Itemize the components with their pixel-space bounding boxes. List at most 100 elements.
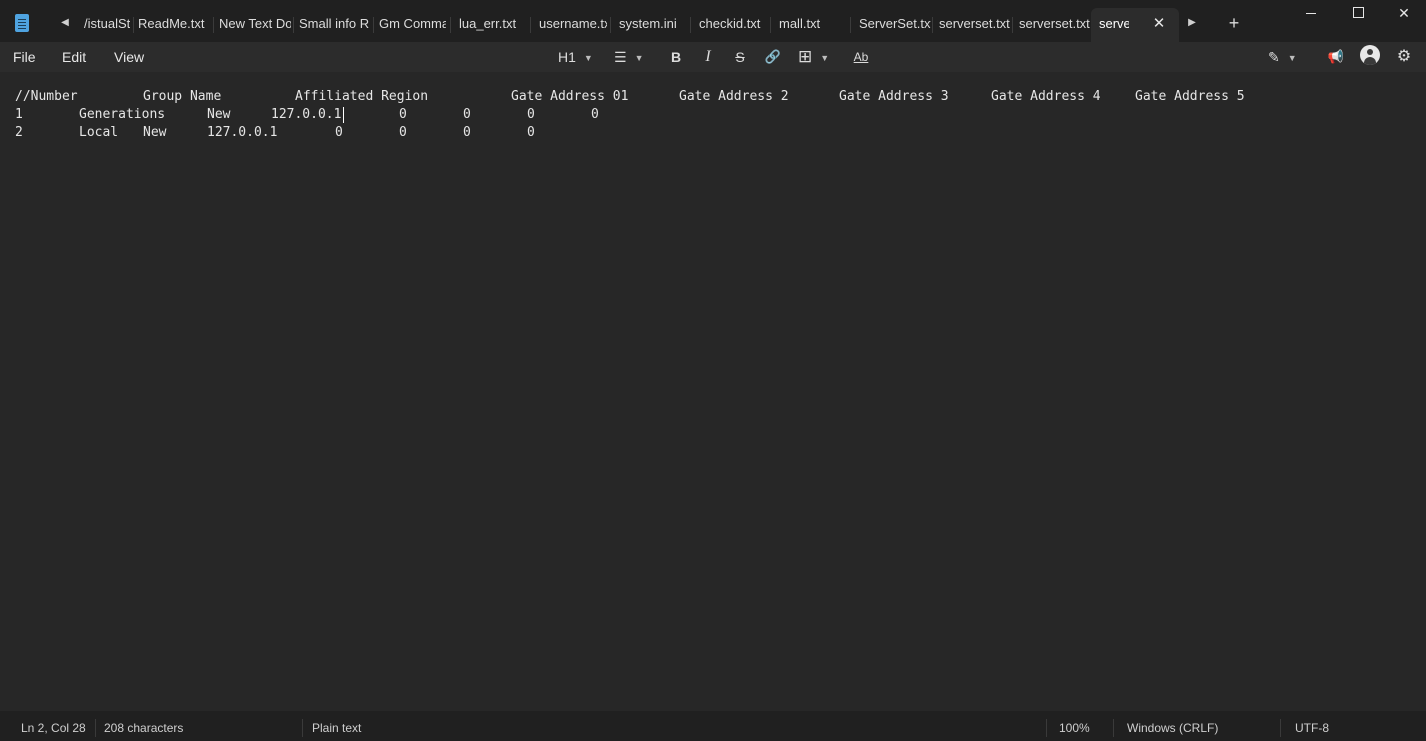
status-divider — [302, 719, 303, 737]
tab-strip: /istualSt ReadMe.txt New Text Do Small i… — [80, 8, 1179, 42]
text-cell: 0 — [399, 107, 407, 122]
zoom-level[interactable]: 100% — [1059, 711, 1090, 741]
tab-7[interactable]: username.tx — [539, 8, 607, 40]
chevron-down-icon: ▼ — [1287, 53, 1297, 64]
cursor-position[interactable]: Ln 2, Col 28 — [21, 711, 86, 741]
megaphone-icon: 📢 — [1327, 49, 1345, 64]
notepad-icon — [15, 14, 29, 32]
new-tab-button[interactable]: + — [1224, 12, 1244, 34]
text-editor[interactable]: //Number Group Name Affiliated Region Ga… — [0, 72, 1426, 711]
tab-2[interactable]: ReadMe.txt — [138, 8, 210, 40]
tab-1[interactable]: /istualSt — [84, 8, 130, 40]
menu-view[interactable]: View — [114, 47, 144, 67]
whats-new-button[interactable]: 📢 — [1326, 46, 1346, 68]
tab-10[interactable]: mall.txt — [779, 8, 849, 40]
text-cell: New — [207, 107, 231, 122]
tab-14-active[interactable]: server ✕ — [1091, 8, 1179, 42]
spellcheck-button[interactable]: Ab — [851, 46, 871, 68]
tab-12[interactable]: serverset.txt — [939, 8, 1011, 40]
chevron-down-icon: ▼ — [820, 52, 830, 63]
link-button[interactable]: 🔗 — [762, 46, 784, 68]
tab-divider — [850, 17, 851, 33]
text-cell: 0 — [527, 107, 535, 122]
tab-8[interactable]: system.ini — [619, 8, 689, 40]
tab-label: mall.txt — [779, 16, 821, 31]
text-cell: 0 — [463, 125, 471, 140]
text-cell: 0 — [527, 125, 535, 140]
tab-11[interactable]: ServerSet.txt — [859, 8, 931, 40]
document-line-3: 2 Local New 127.0.0.1 0 0 0 0 — [15, 124, 1315, 142]
file-format[interactable]: Plain text — [312, 711, 361, 741]
text-cell: Affiliated Region — [295, 89, 429, 104]
tab-label: /istualSt — [84, 16, 130, 31]
text-cell: 127.0.0.1 — [207, 125, 278, 140]
gear-icon: ⚙ — [1396, 48, 1412, 65]
copilot-dropdown[interactable]: ✎ ▼ — [1268, 46, 1306, 68]
italic-button[interactable]: I — [698, 46, 718, 68]
tab-6[interactable]: lua_err.txt — [459, 8, 529, 40]
text-cell: Gate Address 5 — [1135, 89, 1245, 104]
status-bar: Ln 2, Col 28 208 characters Plain text 1… — [0, 711, 1426, 741]
text-cell: Gate Address 3 — [839, 89, 949, 104]
heading-label: H1 — [558, 49, 576, 65]
text-cell: Gate Address 01 — [511, 89, 629, 104]
tab-3[interactable]: New Text Do — [219, 8, 291, 40]
document-line-2: 1 Generations New 127.0.0.1 0 0 0 0 — [15, 106, 1315, 124]
text-cell: 0 — [335, 125, 343, 140]
tab-scroll-left-button[interactable]: ◀ — [56, 12, 74, 34]
text-cell: 1 — [15, 107, 23, 122]
tab-divider — [450, 17, 451, 33]
tab-divider — [133, 17, 134, 33]
chevron-down-icon: ▼ — [634, 53, 644, 64]
list-dropdown[interactable]: ☰ ▼ — [614, 46, 652, 68]
text-cell: Generations — [79, 107, 166, 122]
text-cell: New — [143, 125, 167, 140]
text-cell: Local — [79, 125, 119, 140]
maximize-button[interactable] — [1335, 0, 1381, 28]
menu-file[interactable]: File — [13, 47, 36, 67]
close-window-button[interactable]: ✕ — [1381, 0, 1426, 28]
tab-divider — [530, 17, 531, 33]
close-icon[interactable]: ✕ — [1151, 8, 1167, 40]
bold-button[interactable]: B — [666, 46, 686, 68]
tab-label: username.tx — [539, 16, 607, 31]
status-divider — [1113, 719, 1114, 737]
menu-edit[interactable]: Edit — [62, 47, 86, 67]
tab-4[interactable]: Small info RI — [299, 8, 369, 40]
settings-button[interactable]: ⚙ — [1394, 46, 1414, 68]
tab-divider — [373, 17, 374, 33]
tab-label: Small info RI — [299, 16, 369, 31]
text-cell: 0 — [399, 125, 407, 140]
table-icon: ⊞ — [798, 47, 813, 66]
line-ending[interactable]: Windows (CRLF) — [1127, 711, 1218, 741]
tab-label: lua_err.txt — [459, 16, 517, 31]
tab-divider — [213, 17, 214, 33]
tab-13[interactable]: serverset.txt — [1019, 8, 1091, 40]
text-cell: 127.0.0.1 — [271, 107, 342, 122]
spellcheck-icon: Ab — [853, 50, 869, 64]
tab-divider — [1012, 17, 1013, 33]
text-cell: Gate Address 2 — [679, 89, 789, 104]
text-cell: 2 — [15, 125, 23, 140]
tab-label: server — [1099, 16, 1129, 31]
tab-scroll-right-button[interactable]: ▶ — [1183, 12, 1201, 34]
text-cell: 0 — [463, 107, 471, 122]
tab-9[interactable]: checkid.txt — [699, 8, 769, 40]
minimize-button[interactable] — [1288, 0, 1334, 28]
menu-bar: File Edit View H1 ▼ ☰ ▼ B I S 🔗 ⊞ ▼ Ab ✎ ▼ 📢… — [0, 42, 1426, 72]
text-cell: 0 — [591, 107, 599, 122]
title-bar: ◀ /istualSt ReadMe.txt New Text Do Small… — [0, 0, 1426, 42]
text-cell: //Number — [15, 89, 78, 104]
link-icon: 🔗 — [764, 49, 782, 64]
strikethrough-button[interactable]: S — [730, 46, 750, 68]
tab-label: ServerSet.txt — [859, 16, 931, 31]
tab-5[interactable]: Gm Commai — [379, 8, 446, 40]
notepad-window: ◀ /istualSt ReadMe.txt New Text Do Small… — [0, 0, 1426, 741]
encoding[interactable]: UTF-8 — [1295, 711, 1329, 741]
tab-divider — [690, 17, 691, 33]
heading-dropdown[interactable]: H1 ▼ — [558, 46, 598, 68]
list-icon: ☰ — [614, 49, 627, 65]
tab-divider — [293, 17, 294, 33]
table-dropdown[interactable]: ⊞ ▼ — [798, 46, 836, 68]
account-avatar[interactable] — [1360, 45, 1380, 65]
